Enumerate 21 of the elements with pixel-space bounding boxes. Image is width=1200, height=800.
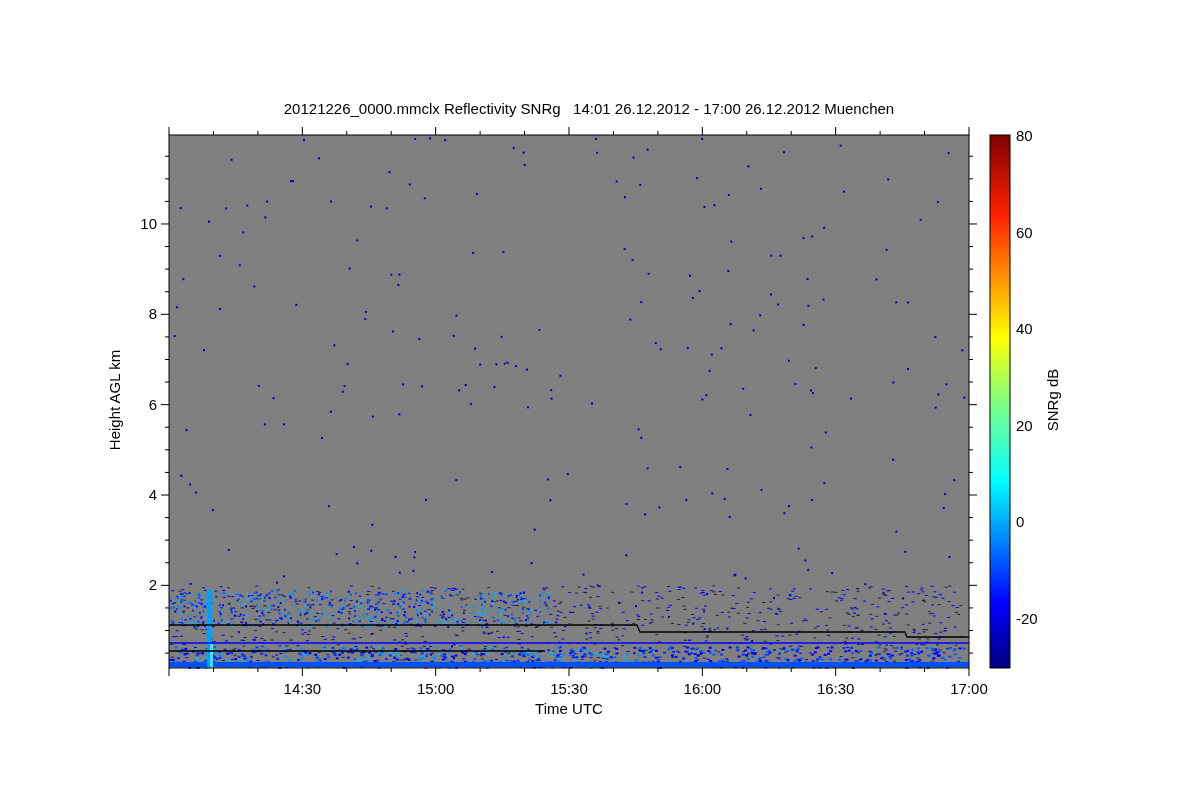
colorbar-tick-label: -20 xyxy=(1016,610,1038,627)
chart-title: 20121226_0000.mmclx Reflectivity SNRg 14:01 26.12.2012 - 17:00 26.12.2012 Muenchen xyxy=(283,100,895,117)
x-tick-label: 15:30 xyxy=(550,680,588,697)
colorbar-tick-label: 40 xyxy=(1016,320,1033,338)
x-tick-label: 16:00 xyxy=(683,680,722,697)
y-tick-label: 10 xyxy=(140,215,157,232)
colorbar-tick-label: 80 xyxy=(1016,127,1033,144)
x-tick-label: 14:30 xyxy=(283,680,322,697)
x-tick-label: 15:00 xyxy=(416,680,455,697)
y-tick-label: 8 xyxy=(148,305,157,323)
y-tick-label: 6 xyxy=(148,395,157,413)
y-axis-label: Height AGL km xyxy=(106,349,123,451)
x-axis-label: Time UTC xyxy=(535,700,603,717)
colorbar-tick-label: 20 xyxy=(1016,416,1033,434)
x-tick-label: 16:30 xyxy=(816,680,855,697)
colorbar-tick-label: 0 xyxy=(1016,513,1025,531)
x-tick-label: 17:00 xyxy=(950,680,988,697)
y-tick-label: 4 xyxy=(148,486,157,503)
colorbar-tick-label: 60 xyxy=(1016,223,1033,241)
colorbar-label: SNRg dB xyxy=(1044,368,1061,432)
y-tick-label: 2 xyxy=(148,576,157,594)
